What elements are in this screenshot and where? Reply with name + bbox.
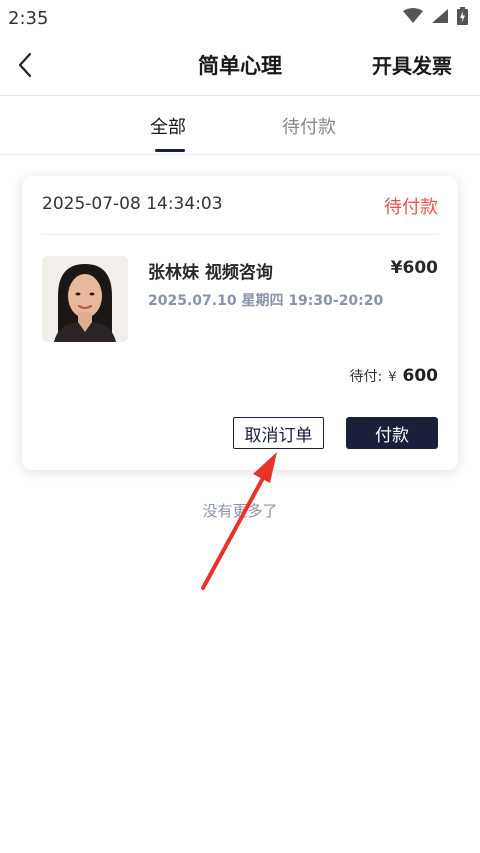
status-bar: 2:35: [0, 0, 480, 36]
service-price: ¥600: [390, 258, 438, 278]
amount-due-value: 600: [402, 366, 439, 386]
wifi-icon: [403, 8, 423, 28]
amount-due-row: 待付: ¥ 600: [350, 366, 439, 386]
amount-due-label: 待付:: [349, 369, 383, 385]
status-icons: [403, 7, 468, 29]
order-status-badge: 待付款: [384, 197, 438, 218]
active-tab-indicator: [155, 149, 185, 152]
order-created-time: 2025-07-08 14:34:03: [42, 194, 223, 214]
tab-all[interactable]: 全部: [150, 113, 186, 139]
battery-charging-icon: [457, 7, 468, 29]
counselor-avatar: [42, 256, 128, 342]
no-more-items-note: 没有更多了: [202, 502, 278, 520]
signal-icon: [431, 8, 449, 28]
amount-due-currency: ¥: [388, 370, 397, 385]
issue-invoice-button[interactable]: 开具发票: [372, 50, 452, 79]
session-schedule: 2025.07.10 星期四 19:30-20:20: [148, 293, 384, 309]
cancel-order-button[interactable]: 取消订单: [233, 417, 324, 449]
app-header: 简单心理 开具发票: [0, 36, 480, 96]
counselor-service-title: 张林妹 视频咨询: [148, 263, 273, 283]
pay-button[interactable]: 付款: [346, 417, 438, 449]
order-tabs: 全部 待付款: [0, 97, 480, 155]
card-divider: [42, 234, 438, 235]
status-time: 2:35: [8, 7, 49, 29]
order-card[interactable]: 2025-07-08 14:34:03 待付款 张林妹 视频咨询 ¥600 20…: [22, 176, 458, 470]
tab-pending-payment[interactable]: 待付款: [282, 113, 336, 139]
